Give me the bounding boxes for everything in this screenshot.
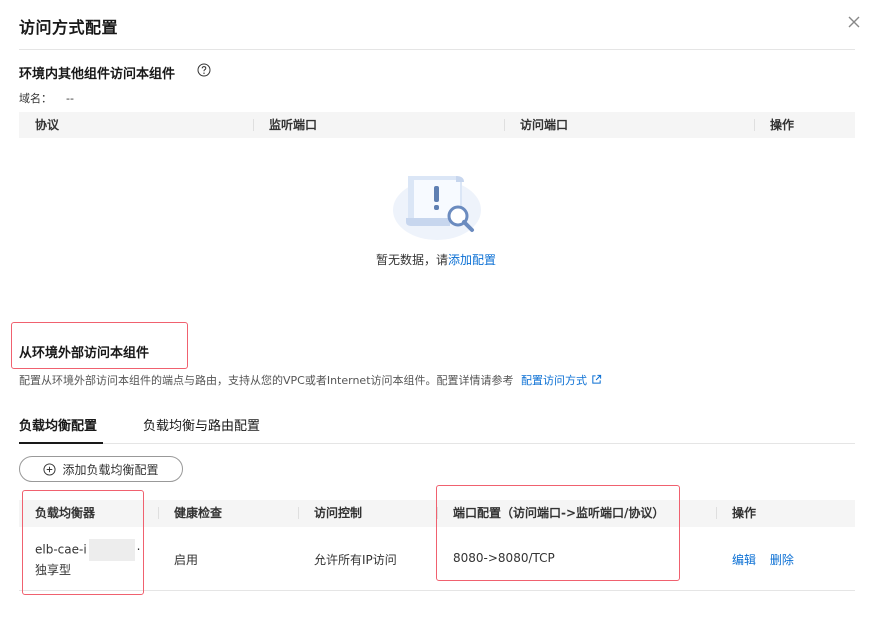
col-divider xyxy=(158,507,159,519)
internal-table-header: 协议 监听端口 访问端口 操作 xyxy=(19,112,855,138)
health-check-value: 启用 xyxy=(174,553,199,567)
tab-bar: 负载均衡配置 负载均衡与路由配置 xyxy=(19,409,855,444)
col-access-port: 访问端口 xyxy=(520,118,569,132)
col-health-check: 健康检查 xyxy=(174,506,223,520)
header-divider xyxy=(19,49,855,50)
empty-message: 暂无数据，请 xyxy=(375,253,448,267)
edit-button[interactable]: 编辑 xyxy=(732,553,756,567)
delete-button[interactable]: 删除 xyxy=(770,553,794,567)
col-listen-port: 监听端口 xyxy=(269,118,318,132)
external-section-title: 从环境外部访问本组件 xyxy=(19,346,150,361)
col-divider xyxy=(504,119,505,131)
plus-circle-icon xyxy=(43,462,57,476)
tab-load-balancer-routing[interactable]: 负载均衡与路由配置 xyxy=(143,415,260,434)
active-tab-indicator xyxy=(19,442,103,444)
dialog-title: 访问方式配置 xyxy=(19,18,119,37)
external-description: 配置从环境外部访问本组件的端点与路由，支持从您的VPC或者Internet访问本… xyxy=(19,372,602,388)
access-control-value: 允许所有IP访问 xyxy=(314,553,397,567)
domain-row: 域名： -- xyxy=(19,90,74,106)
empty-state-text: 暂无数据，请添加配置 xyxy=(0,251,872,268)
access-method-link[interactable]: 配置访问方式 xyxy=(521,374,587,387)
external-link-icon[interactable] xyxy=(591,374,602,385)
internal-section-title: 环境内其他组件访问本组件 xyxy=(19,67,176,82)
tab-load-balancer[interactable]: 负载均衡配置 xyxy=(19,415,97,434)
col-actions: 操作 xyxy=(770,118,795,132)
row-actions: 编辑 删除 xyxy=(732,551,794,568)
highlight-box xyxy=(436,485,680,581)
add-load-balancer-button[interactable]: 添加负载均衡配置 xyxy=(19,456,183,482)
col-actions: 操作 xyxy=(732,506,757,520)
add-config-link[interactable]: 添加配置 xyxy=(448,253,496,267)
help-icon[interactable] xyxy=(197,63,211,77)
col-divider xyxy=(298,507,299,519)
description-text: 配置从环境外部访问本组件的端点与路由，支持从您的VPC或者Internet访问本… xyxy=(19,374,514,387)
highlight-box xyxy=(22,490,144,595)
domain-value: -- xyxy=(66,92,74,105)
col-access-control: 访问控制 xyxy=(314,506,363,520)
col-divider xyxy=(253,119,254,131)
empty-data-icon xyxy=(393,176,481,240)
domain-label: 域名： xyxy=(19,92,52,105)
col-divider xyxy=(716,507,717,519)
close-icon[interactable] xyxy=(844,12,864,32)
add-load-balancer-label: 添加负载均衡配置 xyxy=(62,462,159,477)
col-protocol: 协议 xyxy=(35,118,60,132)
col-divider xyxy=(754,119,755,131)
